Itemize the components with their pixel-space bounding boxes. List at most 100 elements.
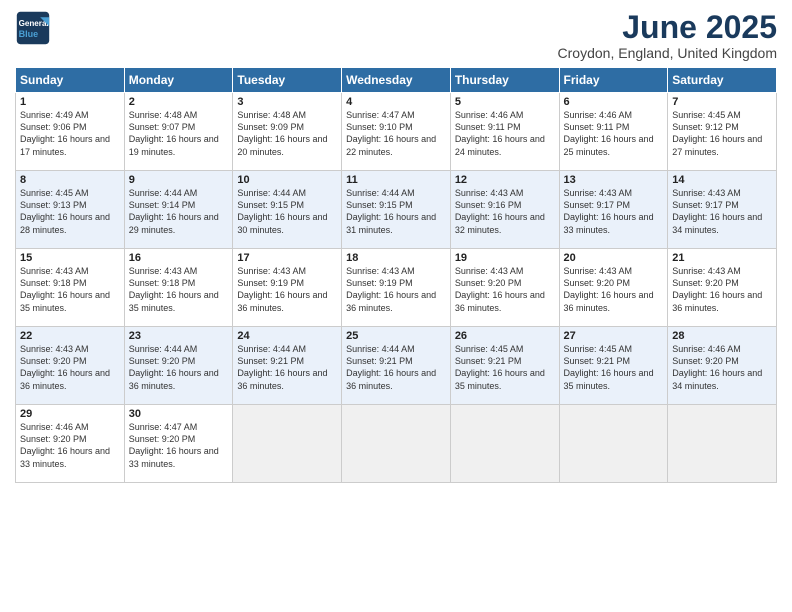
day-info: Sunrise: 4:44 AM Sunset: 9:20 PM Dayligh… <box>129 343 229 392</box>
table-row: 19Sunrise: 4:43 AM Sunset: 9:20 PM Dayli… <box>450 249 559 327</box>
col-monday: Monday <box>124 68 233 93</box>
table-row <box>342 405 451 483</box>
month-title: June 2025 <box>558 10 777 45</box>
day-info: Sunrise: 4:44 AM Sunset: 9:15 PM Dayligh… <box>237 187 337 236</box>
table-row: 2Sunrise: 4:48 AM Sunset: 9:07 PM Daylig… <box>124 93 233 171</box>
table-row: 10Sunrise: 4:44 AM Sunset: 9:15 PM Dayli… <box>233 171 342 249</box>
calendar-week-row: 15Sunrise: 4:43 AM Sunset: 9:18 PM Dayli… <box>16 249 777 327</box>
table-row: 12Sunrise: 4:43 AM Sunset: 9:16 PM Dayli… <box>450 171 559 249</box>
calendar-week-row: 29Sunrise: 4:46 AM Sunset: 9:20 PM Dayli… <box>16 405 777 483</box>
day-number: 18 <box>346 252 446 264</box>
day-number: 25 <box>346 330 446 342</box>
day-info: Sunrise: 4:46 AM Sunset: 9:20 PM Dayligh… <box>20 421 120 470</box>
day-number: 26 <box>455 330 555 342</box>
day-number: 27 <box>564 330 664 342</box>
table-row: 25Sunrise: 4:44 AM Sunset: 9:21 PM Dayli… <box>342 327 451 405</box>
svg-text:Blue: Blue <box>19 29 39 39</box>
day-number: 14 <box>672 174 772 186</box>
table-row: 6Sunrise: 4:46 AM Sunset: 9:11 PM Daylig… <box>559 93 668 171</box>
day-number: 7 <box>672 96 772 108</box>
title-block: June 2025 Croydon, England, United Kingd… <box>558 10 777 61</box>
day-info: Sunrise: 4:45 AM Sunset: 9:21 PM Dayligh… <box>564 343 664 392</box>
day-info: Sunrise: 4:44 AM Sunset: 9:14 PM Dayligh… <box>129 187 229 236</box>
table-row: 20Sunrise: 4:43 AM Sunset: 9:20 PM Dayli… <box>559 249 668 327</box>
day-number: 3 <box>237 96 337 108</box>
day-info: Sunrise: 4:43 AM Sunset: 9:19 PM Dayligh… <box>237 265 337 314</box>
day-number: 10 <box>237 174 337 186</box>
day-number: 13 <box>564 174 664 186</box>
table-row <box>233 405 342 483</box>
day-info: Sunrise: 4:43 AM Sunset: 9:17 PM Dayligh… <box>672 187 772 236</box>
day-info: Sunrise: 4:44 AM Sunset: 9:21 PM Dayligh… <box>346 343 446 392</box>
calendar: Sunday Monday Tuesday Wednesday Thursday… <box>15 67 777 483</box>
table-row: 15Sunrise: 4:43 AM Sunset: 9:18 PM Dayli… <box>16 249 125 327</box>
table-row: 9Sunrise: 4:44 AM Sunset: 9:14 PM Daylig… <box>124 171 233 249</box>
day-info: Sunrise: 4:43 AM Sunset: 9:18 PM Dayligh… <box>129 265 229 314</box>
day-info: Sunrise: 4:47 AM Sunset: 9:10 PM Dayligh… <box>346 109 446 158</box>
table-row: 22Sunrise: 4:43 AM Sunset: 9:20 PM Dayli… <box>16 327 125 405</box>
day-number: 6 <box>564 96 664 108</box>
day-number: 29 <box>20 408 120 420</box>
day-number: 24 <box>237 330 337 342</box>
day-info: Sunrise: 4:46 AM Sunset: 9:11 PM Dayligh… <box>564 109 664 158</box>
day-info: Sunrise: 4:43 AM Sunset: 9:20 PM Dayligh… <box>455 265 555 314</box>
day-info: Sunrise: 4:43 AM Sunset: 9:20 PM Dayligh… <box>20 343 120 392</box>
subtitle: Croydon, England, United Kingdom <box>558 45 777 61</box>
day-number: 17 <box>237 252 337 264</box>
table-row: 28Sunrise: 4:46 AM Sunset: 9:20 PM Dayli… <box>668 327 777 405</box>
calendar-week-row: 8Sunrise: 4:45 AM Sunset: 9:13 PM Daylig… <box>16 171 777 249</box>
table-row: 26Sunrise: 4:45 AM Sunset: 9:21 PM Dayli… <box>450 327 559 405</box>
day-info: Sunrise: 4:45 AM Sunset: 9:21 PM Dayligh… <box>455 343 555 392</box>
table-row: 30Sunrise: 4:47 AM Sunset: 9:20 PM Dayli… <box>124 405 233 483</box>
table-row: 11Sunrise: 4:44 AM Sunset: 9:15 PM Dayli… <box>342 171 451 249</box>
header: General Blue June 2025 Croydon, England,… <box>15 10 777 61</box>
day-number: 16 <box>129 252 229 264</box>
table-row: 1Sunrise: 4:49 AM Sunset: 9:06 PM Daylig… <box>16 93 125 171</box>
day-number: 9 <box>129 174 229 186</box>
table-row: 5Sunrise: 4:46 AM Sunset: 9:11 PM Daylig… <box>450 93 559 171</box>
day-number: 5 <box>455 96 555 108</box>
table-row: 4Sunrise: 4:47 AM Sunset: 9:10 PM Daylig… <box>342 93 451 171</box>
day-info: Sunrise: 4:44 AM Sunset: 9:21 PM Dayligh… <box>237 343 337 392</box>
day-info: Sunrise: 4:43 AM Sunset: 9:19 PM Dayligh… <box>346 265 446 314</box>
table-row <box>668 405 777 483</box>
day-number: 1 <box>20 96 120 108</box>
table-row: 18Sunrise: 4:43 AM Sunset: 9:19 PM Dayli… <box>342 249 451 327</box>
table-row: 3Sunrise: 4:48 AM Sunset: 9:09 PM Daylig… <box>233 93 342 171</box>
table-row <box>450 405 559 483</box>
day-number: 2 <box>129 96 229 108</box>
day-number: 22 <box>20 330 120 342</box>
col-saturday: Saturday <box>668 68 777 93</box>
day-number: 8 <box>20 174 120 186</box>
calendar-week-row: 1Sunrise: 4:49 AM Sunset: 9:06 PM Daylig… <box>16 93 777 171</box>
day-info: Sunrise: 4:43 AM Sunset: 9:18 PM Dayligh… <box>20 265 120 314</box>
day-number: 11 <box>346 174 446 186</box>
table-row: 21Sunrise: 4:43 AM Sunset: 9:20 PM Dayli… <box>668 249 777 327</box>
table-row: 23Sunrise: 4:44 AM Sunset: 9:20 PM Dayli… <box>124 327 233 405</box>
col-wednesday: Wednesday <box>342 68 451 93</box>
calendar-header-row: Sunday Monday Tuesday Wednesday Thursday… <box>16 68 777 93</box>
col-sunday: Sunday <box>16 68 125 93</box>
day-info: Sunrise: 4:45 AM Sunset: 9:12 PM Dayligh… <box>672 109 772 158</box>
day-number: 23 <box>129 330 229 342</box>
col-friday: Friday <box>559 68 668 93</box>
day-info: Sunrise: 4:48 AM Sunset: 9:07 PM Dayligh… <box>129 109 229 158</box>
day-info: Sunrise: 4:43 AM Sunset: 9:16 PM Dayligh… <box>455 187 555 236</box>
logo-icon: General Blue <box>15 10 51 46</box>
table-row: 27Sunrise: 4:45 AM Sunset: 9:21 PM Dayli… <box>559 327 668 405</box>
day-info: Sunrise: 4:43 AM Sunset: 9:17 PM Dayligh… <box>564 187 664 236</box>
day-number: 20 <box>564 252 664 264</box>
day-number: 12 <box>455 174 555 186</box>
table-row: 14Sunrise: 4:43 AM Sunset: 9:17 PM Dayli… <box>668 171 777 249</box>
calendar-week-row: 22Sunrise: 4:43 AM Sunset: 9:20 PM Dayli… <box>16 327 777 405</box>
day-number: 15 <box>20 252 120 264</box>
day-number: 4 <box>346 96 446 108</box>
day-number: 30 <box>129 408 229 420</box>
day-number: 19 <box>455 252 555 264</box>
logo: General Blue <box>15 10 51 46</box>
day-info: Sunrise: 4:43 AM Sunset: 9:20 PM Dayligh… <box>672 265 772 314</box>
col-tuesday: Tuesday <box>233 68 342 93</box>
table-row <box>559 405 668 483</box>
day-info: Sunrise: 4:49 AM Sunset: 9:06 PM Dayligh… <box>20 109 120 158</box>
day-info: Sunrise: 4:44 AM Sunset: 9:15 PM Dayligh… <box>346 187 446 236</box>
